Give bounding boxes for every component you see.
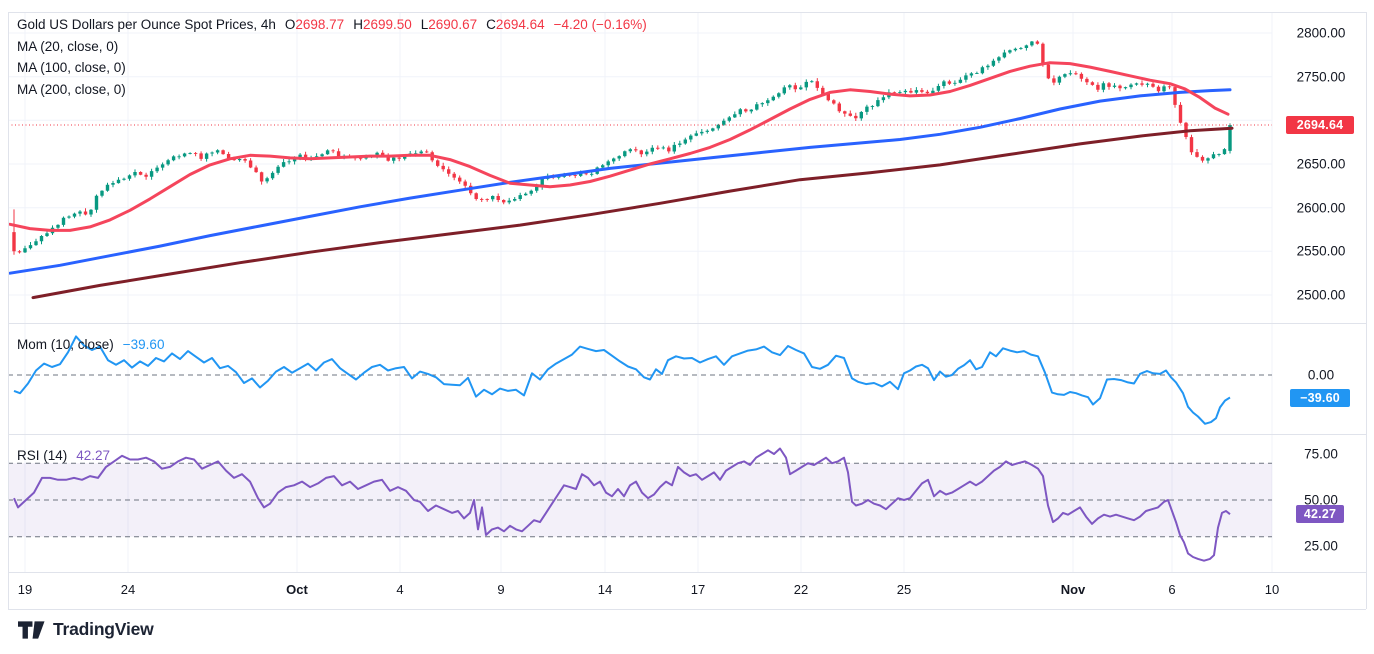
ma200-legend[interactable]: MA (200, close, 0) (17, 79, 647, 101)
momentum-value: −39.60 (123, 337, 165, 352)
rsi-label: RSI (14) (17, 448, 67, 463)
time-axis-label: 24 (121, 582, 135, 597)
symbol-title: Gold US Dollars per Ounce Spot Prices, 4… (17, 17, 276, 32)
momentum-axis-label: 0.00 (1277, 368, 1365, 383)
tradingview-logo[interactable]: TradingView (18, 619, 154, 640)
rsi-value: 42.27 (76, 448, 110, 463)
high-label: H (353, 17, 363, 32)
close-value: 2694.64 (496, 17, 545, 32)
ma100-line[interactable] (10, 90, 1230, 273)
momentum-line[interactable] (14, 336, 1230, 423)
time-axis-label: 9 (497, 582, 504, 597)
price-axis-label: 2550.00 (1277, 244, 1365, 259)
rsi-value-badge: 42.27 (1296, 505, 1344, 523)
time-axis-label: Nov (1061, 582, 1086, 597)
change-value: −4.20 (−0.16%) (554, 17, 647, 32)
time-axis-label: Oct (286, 582, 308, 597)
price-panel-legend: Gold US Dollars per Ounce Spot Prices, 4… (17, 14, 647, 100)
time-axis-label: 14 (598, 582, 612, 597)
rsi-axis-label: 25.00 (1277, 539, 1365, 554)
ma20-legend[interactable]: MA (20, close, 0) (17, 36, 647, 58)
close-label: C (486, 17, 496, 32)
rsi-axis-label: 75.00 (1277, 447, 1365, 462)
ma100-legend[interactable]: MA (100, close, 0) (17, 57, 647, 79)
time-axis-label: 25 (897, 582, 911, 597)
time-axis-label: 4 (396, 582, 403, 597)
tradingview-logo-icon (18, 621, 45, 639)
time-axis-label: 22 (794, 582, 808, 597)
time-axis-label: 19 (18, 582, 32, 597)
price-axis-label: 2750.00 (1277, 69, 1365, 84)
rsi-axis-label: 50.00 (1277, 493, 1365, 508)
chart-widget: Gold US Dollars per Ounce Spot Prices, 4… (0, 0, 1374, 654)
price-axis-label: 2600.00 (1277, 200, 1365, 215)
tradingview-wordmark: TradingView (53, 619, 154, 640)
symbol-legend-row[interactable]: Gold US Dollars per Ounce Spot Prices, 4… (17, 14, 647, 36)
last-price-badge: 2694.64 (1286, 116, 1354, 134)
momentum-value-badge: −39.60 (1290, 389, 1350, 407)
open-label: O (285, 17, 296, 32)
time-axis-label: 10 (1265, 582, 1279, 597)
time-axis-label: 17 (691, 582, 705, 597)
open-value: 2698.77 (295, 17, 344, 32)
price-axis-label: 2650.00 (1277, 157, 1365, 172)
price-axis-label: 2500.00 (1277, 288, 1365, 303)
ma200-line[interactable] (33, 128, 1232, 297)
low-value: 2690.67 (428, 17, 477, 32)
high-value: 2699.50 (363, 17, 412, 32)
rsi-legend[interactable]: RSI (14) 42.27 (17, 448, 110, 463)
momentum-label: Mom (10, close) (17, 337, 114, 352)
time-axis-label: 6 (1168, 582, 1175, 597)
momentum-legend[interactable]: Mom (10, close) −39.60 (17, 337, 164, 352)
price-axis-label: 2800.00 (1277, 26, 1365, 41)
